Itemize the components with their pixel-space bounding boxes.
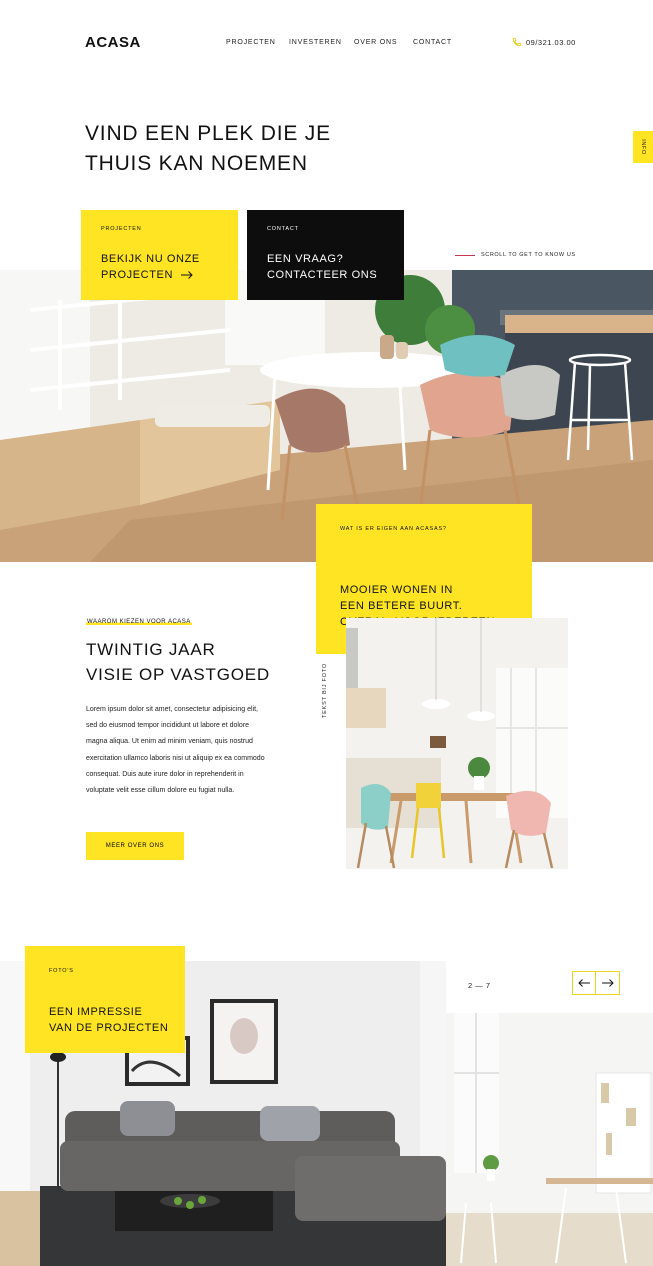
scroll-hint[interactable]: SCROLL TO GET TO KNOW US [481,252,576,258]
arrow-right-icon [601,979,614,987]
image-caption: TEKST BIJ FOTO [322,662,328,718]
nav-investeren[interactable]: INVESTEREN [289,39,342,46]
projects-card[interactable]: PROJECTEN BEKIJK NU ONZE PROJECTEN [81,210,238,300]
about-title-line1: TWINTIG JAAR [86,640,216,659]
next-slide-button[interactable] [596,971,620,995]
contact-card-kicker: CONTACT [267,226,299,232]
hero-title-line1: VIND EEN PLEK DIE JE [85,122,331,145]
about-title: TWINTIG JAAR VISIE OP VASTGOED [86,637,270,687]
photos-card-kicker: FOTO'S [49,968,74,974]
scroll-line [455,255,475,256]
projects-card-kicker: PROJECTEN [101,226,142,232]
logo[interactable]: ACASA [85,34,141,51]
phone-link[interactable]: 09/321.03.00 [512,37,576,47]
arrow-right-icon [181,271,193,279]
side-room-image [446,1013,653,1266]
hero-title: VIND EEN PLEK DIE JE THUIS KAN NOEMEN [85,119,405,179]
what-card-line2: EEN BETERE BUURT. [340,600,463,612]
projects-card-line1: BEKIJK NU ONZE [101,253,200,265]
photos-card-line2: VAN DE PROJECTEN [49,1022,169,1034]
about-body: Lorem ipsum dolor sit amet, consectetur … [86,706,265,795]
nav-projecten[interactable]: PROJECTEN [226,39,276,46]
slider-arrows [572,971,620,995]
contact-card-line2: CONTACTEER ONS [267,269,378,281]
phone-icon [512,37,522,47]
contact-card-line1: EEN VRAAG? [267,253,344,265]
slide-counter: 2 — 7 [468,981,491,990]
what-card-line1: MOOIER WONEN IN [340,584,453,596]
info-tab[interactable]: INFO [633,131,653,163]
about-kicker: WAAROM KIEZEN VOOR ACASA [86,619,192,625]
what-card-kicker: WAT IS ER EIGEN AAN ACASAS? [340,526,447,532]
arrow-left-icon [578,979,590,987]
hero-title-line2: THUIS KAN NOEMEN [85,152,308,175]
contact-card[interactable]: CONTACT EEN VRAAG? CONTACTEER ONS [247,210,404,300]
nav-over-ons[interactable]: OVER ONS [354,39,397,46]
phone-number: 09/321.03.00 [526,37,576,47]
projects-card-line2: PROJECTEN [101,269,174,281]
more-about-button[interactable]: MEER OVER ONS [86,832,184,860]
photos-card: FOTO'S EEN IMPRESSIE VAN DE PROJECTEN [25,946,185,1053]
prev-slide-button[interactable] [572,971,596,995]
nav-contact[interactable]: CONTACT [413,39,452,46]
about-title-line2: VISIE OP VASTGOED [86,665,270,684]
kitchen-image [346,618,568,869]
info-tab-label: INFO [639,139,646,155]
photos-card-line1: EEN IMPRESSIE [49,1006,143,1018]
